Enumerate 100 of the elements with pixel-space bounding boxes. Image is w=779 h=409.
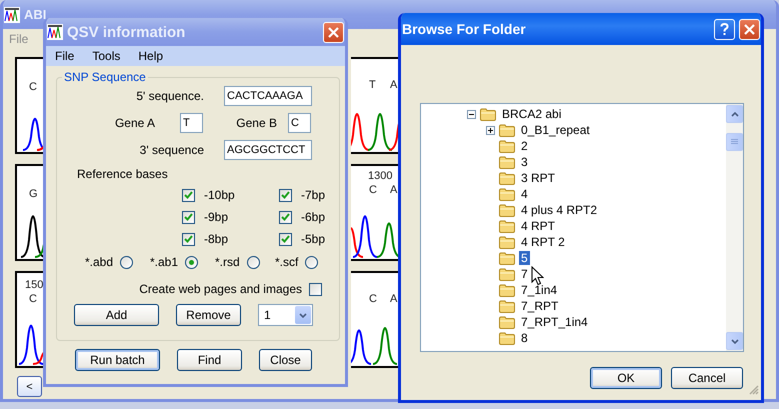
folder-label[interactable]: 4 RPT 2 [519, 235, 567, 249]
base-letter: C [369, 184, 377, 196]
base-letter: T [369, 79, 376, 91]
folder-label[interactable]: 7_1in4 [519, 283, 560, 297]
group-title: SNP Sequence [63, 70, 147, 84]
input-field[interactable]: C [288, 113, 311, 133]
check-mark-icon [281, 235, 290, 243]
checkbox[interactable] [182, 188, 195, 202]
folder-label[interactable]: 7_RPT_1in4 [519, 315, 590, 329]
expander-button[interactable] [486, 126, 495, 134]
dialog-button[interactable]: OK [590, 367, 662, 389]
dialog-button[interactable]: Find [177, 349, 242, 371]
checkbox-label: -6bp [301, 210, 326, 224]
dialog-button[interactable]: Run batch [75, 349, 160, 371]
radio-label: *.scf [275, 255, 298, 269]
folder-label[interactable]: BRCA2 abi [500, 107, 564, 121]
mouse-pointer-icon [531, 266, 544, 286]
position-number: 1300 [368, 170, 392, 182]
chevron-down-icon [299, 312, 307, 318]
base-letter: A [390, 79, 398, 91]
folder-icon [499, 140, 515, 152]
chromatogram-app-icon [4, 6, 20, 22]
folder-label[interactable]: 7_RPT [519, 299, 560, 313]
chevron-up-icon [730, 112, 738, 116]
position-number: 150 [25, 279, 44, 291]
folder-icon [499, 284, 515, 296]
folder-icon [499, 252, 515, 264]
checkbox-label: Create web pages and images [139, 282, 302, 296]
checkbox[interactable] [182, 232, 195, 246]
check-mark-icon [184, 235, 193, 243]
checkbox[interactable] [279, 210, 292, 224]
minus-icon [469, 112, 474, 116]
plus-icon [488, 128, 493, 132]
input-field[interactable]: CACTCAAAGA [224, 86, 312, 106]
close-button[interactable] [323, 22, 344, 42]
radio-label: *.ab1 [150, 255, 178, 269]
window-title: ABI [24, 7, 46, 22]
window-title: Browse For Folder [402, 21, 526, 37]
check-mark-icon [184, 191, 193, 199]
folder-label[interactable]: 5 [519, 251, 530, 265]
folder-icon [480, 108, 496, 120]
base-letter: A [390, 184, 398, 196]
radio-label: *.rsd [215, 255, 240, 269]
resize-grip-icon [749, 385, 759, 395]
menu-item[interactable]: File [46, 49, 84, 63]
base-letter: C [369, 293, 377, 305]
field-label: 3' sequence [138, 143, 204, 157]
checkbox-label: -10bp [204, 188, 235, 202]
folder-icon [499, 204, 515, 216]
help-button[interactable] [714, 18, 735, 40]
check-mark-icon [281, 213, 290, 221]
folder-label[interactable]: 7 [519, 267, 530, 281]
question-mark-icon [720, 22, 729, 36]
folder-label[interactable]: 4 plus 4 RPT2 [519, 203, 600, 217]
close-button[interactable] [739, 18, 760, 40]
checkbox-label: -7bp [301, 188, 326, 202]
folder-icon [499, 220, 515, 232]
window-title: QSV information [67, 24, 186, 40]
dialog-button[interactable]: Cancel [671, 367, 743, 389]
base-letter: C [29, 293, 37, 305]
radio-button[interactable] [246, 256, 260, 268]
dialog-button[interactable]: Close [259, 349, 312, 371]
folder-icon [499, 268, 515, 280]
radio-button[interactable] [305, 256, 318, 268]
checkbox-label: -5bp [301, 232, 326, 246]
count-dropdown[interactable]: 1 [258, 304, 313, 326]
folder-label[interactable]: 4 RPT [519, 219, 558, 233]
folder-label[interactable]: 3 RPT [519, 171, 558, 185]
scrollbar[interactable] [726, 104, 743, 351]
folder-label[interactable]: 8 [519, 331, 530, 345]
folder-label[interactable]: 4 [519, 187, 530, 201]
folder-icon [499, 236, 515, 248]
expander-button[interactable] [467, 110, 476, 118]
scroll-left-button[interactable]: < [17, 376, 42, 397]
folder-label[interactable]: 2 [519, 139, 530, 153]
radio-label: *.abd [85, 255, 114, 269]
radio-button[interactable] [185, 256, 198, 268]
folder-icon [499, 316, 515, 328]
chevron-down-icon [730, 338, 738, 344]
remove-button[interactable]: Remove [176, 304, 241, 326]
base-letter: A [390, 293, 398, 305]
checkbox[interactable] [279, 188, 292, 202]
field-label: Gene B [235, 116, 277, 130]
input-field[interactable]: AGCGGCTCCT [224, 140, 312, 160]
section-label: Reference bases [76, 167, 168, 181]
checkbox[interactable] [279, 232, 292, 246]
folder-icon [499, 124, 515, 136]
add-button[interactable]: Add [74, 304, 159, 326]
menu-item[interactable]: Tools [83, 49, 130, 63]
folder-icon [499, 332, 515, 344]
input-field[interactable]: T [180, 113, 203, 133]
grip-lines-icon [731, 139, 738, 145]
checkbox-label: -8bp [204, 232, 228, 246]
folder-icon [499, 156, 515, 168]
menu-item[interactable]: Help [129, 49, 172, 63]
folder-label[interactable]: 3 [519, 155, 530, 169]
folder-label[interactable]: 0_B1_repeat [519, 123, 592, 137]
checkbox[interactable] [309, 282, 322, 296]
checkbox[interactable] [182, 210, 195, 224]
radio-button[interactable] [120, 256, 134, 268]
